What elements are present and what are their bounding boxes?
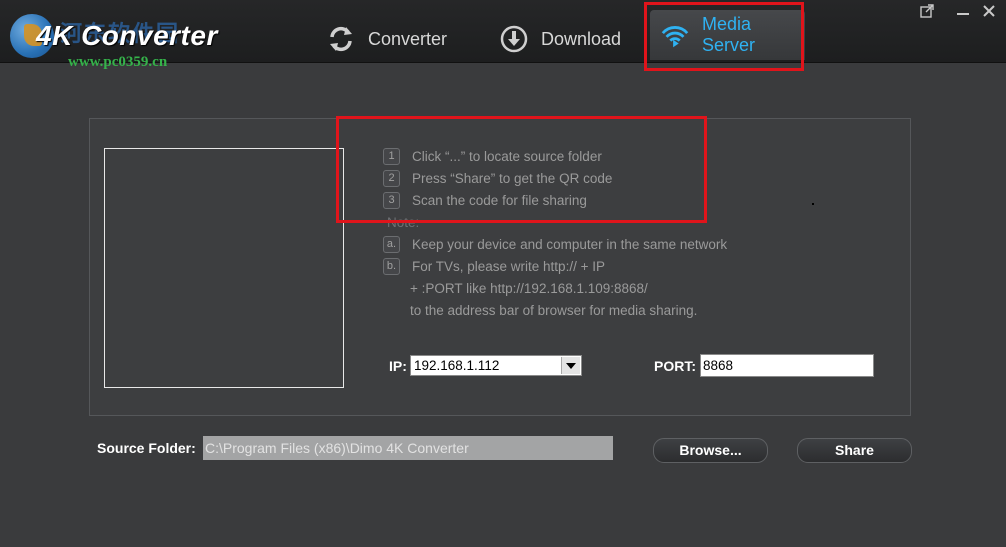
share-button[interactable]: Share — [797, 438, 912, 463]
highlight-media-server-tab — [644, 2, 804, 71]
note-marker: a. — [383, 235, 400, 253]
title-bar: 河东软件园 4K Converter www.pc0359.cn Convert… — [0, 0, 1006, 70]
source-folder-field[interactable] — [203, 436, 613, 460]
watermark-url: www.pc0359.cn — [68, 54, 168, 70]
source-folder-label: Source Folder: — [97, 440, 196, 456]
note-text: Keep your device and computer in the sam… — [412, 236, 728, 252]
port-label: PORT: — [654, 358, 696, 374]
app-logo: 河东软件园 4K Converter www.pc0359.cn — [8, 8, 248, 70]
tab-converter[interactable]: Converter — [326, 20, 447, 58]
qr-code-area — [104, 148, 344, 388]
download-icon — [499, 24, 529, 54]
refresh-icon — [326, 24, 356, 54]
highlight-steps — [336, 116, 707, 223]
browse-button[interactable]: Browse... — [653, 438, 768, 463]
minimize-icon[interactable] — [954, 4, 972, 20]
tab-download[interactable]: Download — [499, 20, 621, 58]
port-input[interactable] — [700, 354, 874, 377]
note-b: b. For TVs, please write http:// + IP — [383, 256, 605, 276]
popout-icon[interactable] — [918, 4, 936, 20]
dropdown-arrow-icon[interactable] — [561, 357, 580, 374]
note-b-continued-2: to the address bar of browser for media … — [410, 302, 698, 318]
tab-converter-label: Converter — [368, 28, 448, 49]
note-marker: b. — [383, 257, 400, 275]
close-icon[interactable] — [980, 4, 998, 20]
app-name: 4K Converter — [36, 20, 218, 51]
ip-value: 192.168.1.112 — [414, 358, 500, 373]
ip-label: IP: — [389, 358, 407, 374]
tab-download-label: Download — [541, 28, 622, 49]
note-a: a. Keep your device and computer in the … — [383, 234, 727, 254]
ip-dropdown[interactable]: 192.168.1.112 — [410, 355, 582, 376]
stray-dot — [812, 203, 814, 205]
note-b-continued-1: + :PORT like http://192.168.1.109:8868/ — [410, 280, 648, 296]
note-text: For TVs, please write http:// + IP — [412, 258, 605, 274]
